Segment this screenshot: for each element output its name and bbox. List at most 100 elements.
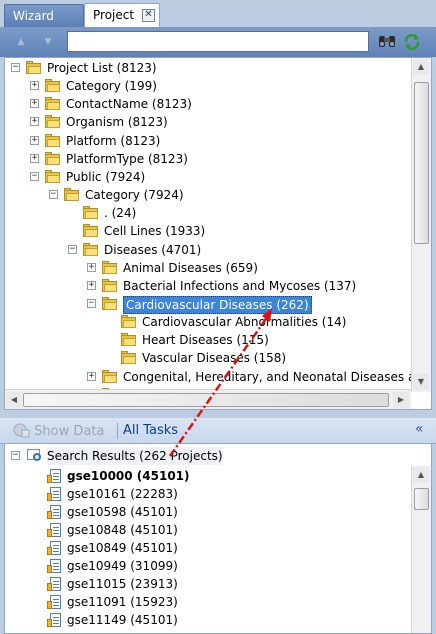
project-vertical-scrollbar[interactable]: ▲ ▼ <box>411 58 431 392</box>
tab-project[interactable]: Project ✕ <box>84 3 160 27</box>
show-data-label: Show Data <box>34 424 105 439</box>
tree-item[interactable]: − Cardiovascular Diseases (262) <box>5 295 411 314</box>
close-icon[interactable]: ✕ <box>142 9 155 22</box>
result-item[interactable]: gse10161 (22283) <box>5 485 405 503</box>
tree-item[interactable]: + Organism (8123) <box>5 113 411 131</box>
tab-wizard[interactable]: Wizard <box>4 4 84 27</box>
project-data-icon <box>47 540 62 556</box>
tree-item-label: Category (7924) <box>85 188 184 203</box>
tree-item[interactable]: − Public (7924) <box>5 168 411 186</box>
tree-item[interactable]: Cardiovascular Abnormalities (14) <box>5 313 411 331</box>
expand-toggle-icon[interactable]: + <box>30 81 39 91</box>
all-tasks-button[interactable]: All Tasks <box>123 422 178 440</box>
tree-item[interactable]: + Platform (8123) <box>5 132 411 150</box>
collapse-toggle-icon[interactable]: − <box>11 63 20 72</box>
scroll-thumb-horizontal[interactable] <box>23 393 389 407</box>
result-item[interactable]: gse10598 (45101) <box>5 503 405 521</box>
folder-icon <box>102 369 118 384</box>
tree-item-label: . (24) <box>104 206 137 221</box>
scroll-thumb[interactable] <box>414 82 429 244</box>
refresh-icon[interactable] <box>403 33 421 51</box>
tree-item[interactable]: − Project List (8123) <box>5 59 411 77</box>
results-scroll-up-icon[interactable]: ▲ <box>413 467 429 483</box>
tree-item[interactable]: + Category (199) <box>5 77 411 95</box>
folder-icon <box>83 206 99 220</box>
tree-item[interactable]: + PlatformType (8123) <box>5 150 411 168</box>
collapse-toggle-icon[interactable]: − <box>30 171 39 181</box>
scroll-right-icon[interactable]: ▶ <box>393 392 409 408</box>
expand-toggle-icon[interactable]: + <box>30 99 39 109</box>
tree-item[interactable]: − Diseases (4701) <box>5 241 411 259</box>
folder-icon <box>45 79 61 93</box>
scroll-down-icon[interactable]: ▼ <box>413 374 429 390</box>
task-separator <box>117 423 118 439</box>
search-input[interactable] <box>67 31 369 52</box>
result-item[interactable]: gse10848 (45101) <box>5 521 405 539</box>
tab-project-label: Project <box>93 8 135 22</box>
expand-toggle-icon[interactable]: + <box>87 262 96 272</box>
show-data-button[interactable]: Show Data <box>12 422 104 440</box>
tree-item-label: Project List (8123) <box>47 61 157 75</box>
arrow-up-icon[interactable]: ▲ <box>14 36 28 48</box>
expand-toggle-icon[interactable]: + <box>87 280 96 290</box>
tree-item[interactable]: + Bacterial Infections and Mycoses (137) <box>5 277 411 295</box>
project-data-icon <box>47 577 62 592</box>
panel-splitter[interactable] <box>0 410 436 418</box>
tree-item-label: Category (199) <box>66 79 157 94</box>
folder-icon <box>45 97 61 111</box>
result-item[interactable]: gse10849 (45101) <box>5 539 405 557</box>
folder-icon <box>121 333 137 347</box>
scroll-left-icon[interactable]: ◀ <box>6 392 22 408</box>
results-scroll-thumb[interactable] <box>414 488 429 510</box>
collapse-toggle-icon[interactable]: − <box>68 244 77 254</box>
project-data-icon <box>47 522 62 538</box>
project-horizontal-scrollbar[interactable]: ◀ ▶ <box>5 389 411 409</box>
folder-icon <box>102 260 118 275</box>
result-item[interactable]: gse11149 (45101) <box>5 611 405 629</box>
collapse-toggle-icon[interactable]: − <box>11 451 20 460</box>
tree-item[interactable]: + Congenital, Hereditary, and Neonatal Di… <box>5 368 431 386</box>
tree-item-label: Public (7924) <box>66 169 146 184</box>
result-item[interactable]: gse10000 (45101) <box>5 467 405 485</box>
tree-item-label: Animal Diseases (659) <box>123 260 258 275</box>
binoculars-icon[interactable] <box>378 33 396 51</box>
collapse-icon[interactable]: « <box>415 420 424 438</box>
tree-item[interactable]: − Category (7924) <box>5 186 411 204</box>
expand-toggle-icon[interactable]: + <box>87 371 96 381</box>
arrow-down-icon[interactable]: ▼ <box>41 36 55 48</box>
result-item[interactable]: gse11091 (15923) <box>5 593 405 611</box>
folder-icon <box>45 151 61 166</box>
folder-icon <box>83 224 99 238</box>
tree-item-label: Cardiovascular Abnormalities (14) <box>142 315 347 330</box>
project-data-icon <box>47 504 62 520</box>
result-item-label: gse11149 (45101) <box>67 613 178 628</box>
result-item-label: gse11015 (23913) <box>67 577 178 592</box>
project-data-icon <box>47 559 62 574</box>
tree-item-label: PlatformType (8123) <box>66 151 188 166</box>
tree-item[interactable]: + Animal Diseases (659) <box>5 259 411 277</box>
tree-item-label: Bacterial Infections and Mycoses (137) <box>123 278 357 293</box>
expand-toggle-icon[interactable]: + <box>30 153 39 163</box>
results-vertical-scrollbar[interactable]: ▲ <box>411 466 431 633</box>
scroll-up-icon[interactable]: ▲ <box>413 59 429 75</box>
result-item[interactable]: gse10949 (31099) <box>5 557 405 575</box>
collapse-toggle-icon[interactable]: − <box>87 298 96 308</box>
collapse-toggle-icon[interactable]: − <box>49 190 58 200</box>
tree-item[interactable]: Cell Lines (1933) <box>5 222 411 240</box>
tree-item[interactable]: Heart Diseases (115) <box>5 331 411 349</box>
result-item-label: gse10000 (45101) <box>67 468 190 483</box>
expand-toggle-icon[interactable]: + <box>30 135 39 145</box>
tree-item-label: Organism (8123) <box>66 115 168 130</box>
task-bar: Show Data All Tasks « <box>0 418 436 444</box>
tree-item-label: Cardiovascular Diseases (262) <box>123 295 312 314</box>
tree-item-label: Cell Lines (1933) <box>104 224 206 239</box>
tree-item[interactable]: . (24) <box>5 204 411 222</box>
tree-item[interactable]: + ContactName (8123) <box>5 95 411 113</box>
folder-icon <box>45 115 61 129</box>
tree-item[interactable]: Vascular Diseases (158) <box>5 349 411 367</box>
folder-icon <box>121 315 137 329</box>
all-tasks-label: All Tasks <box>123 423 179 438</box>
expand-toggle-icon[interactable]: + <box>30 117 39 127</box>
result-item[interactable]: gse11015 (23913) <box>5 575 405 593</box>
result-item-label: gse10161 (22283) <box>67 486 178 501</box>
